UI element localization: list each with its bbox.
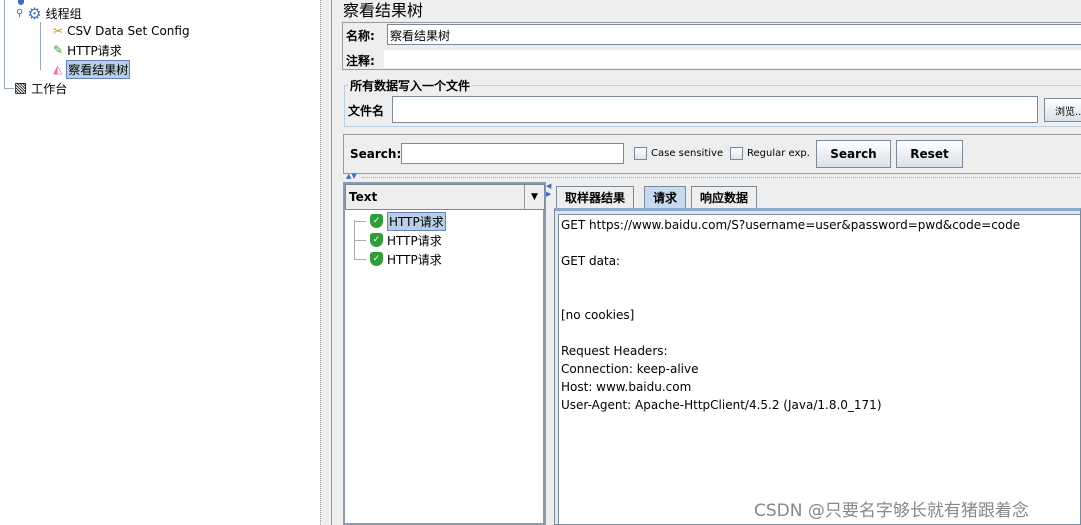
request-line: Connection: keep-alive [561,362,699,376]
case-sensitive-checkbox[interactable] [634,147,647,160]
success-shield-icon: ✓ [370,233,383,247]
request-line [561,288,1078,306]
panel-title: 察看结果树 [343,1,424,20]
success-shield-icon: ✓ [370,214,383,228]
request-line [561,324,1078,342]
comment-input[interactable] [384,50,1081,68]
view-results-panel: 察看结果树 名称: 察看结果树 注释: 所有数据写入一个文件 文件名 浏览...… [332,0,1081,525]
search-input[interactable] [401,143,624,164]
request-line: GET https://www.baidu.com/S?username=use… [561,218,1021,232]
tree-item-thread-group[interactable]: ⚲ ⚙ 线程组 [16,3,82,23]
pipette-icon: ✎ [53,43,64,57]
chart-icon: ◭ [53,62,63,76]
browse-button[interactable]: 浏览... [1044,98,1081,122]
chevron-down-icon[interactable]: ▼ [524,185,544,209]
test-plan-tree: ⚲ ⚙ 线程组 ✂ CSV Data Set Config ✎ HTTP请求 ◭… [0,0,320,525]
expand-handle-icon[interactable]: ⚲ [16,8,23,19]
regex-checkbox[interactable] [730,147,743,160]
tree-item-http-request[interactable]: ✎ HTTP请求 [53,41,122,59]
watermark: CSDN @只要名字够长就有猪跟着念 [754,501,1029,521]
tab-request[interactable]: 请求 [644,186,687,208]
tree-item-workbench[interactable]: ▧ 工作台 [14,79,67,97]
request-content: GET https://www.baidu.com/S?username=use… [561,216,1078,414]
result-item[interactable]: ✓ HTTP请求 [354,231,442,249]
request-line: GET data: [561,254,621,268]
request-line: [no cookies] [561,308,635,322]
filename-input[interactable] [392,96,1038,123]
renderer-select[interactable]: Text ▼ [345,184,545,210]
tools-icon: ✂ [53,24,64,38]
tab-response-data[interactable]: 响应数据 [691,186,758,208]
search-button[interactable]: Search [816,140,891,168]
request-text-area[interactable]: GET https://www.baidu.com/S?username=use… [558,214,1081,525]
splitter[interactable] [320,0,332,525]
result-item[interactable]: ✓ HTTP请求 [354,211,446,231]
request-line: User-Agent: Apache-HttpClient/4.5.2 (Jav… [561,398,882,412]
collapse-arrows-icon[interactable]: ▲▼ [346,172,357,180]
name-input[interactable]: 察看结果树 [387,24,1081,45]
gear-icon: ⚙ [27,3,42,23]
tab-sampler-result[interactable]: 取样器结果 [556,186,635,208]
request-line: Request Headers: [561,344,668,358]
result-item[interactable]: ✓ HTTP请求 [354,250,442,268]
notebook-icon: ▧ [14,80,28,96]
request-line [561,234,1078,252]
success-shield-icon: ✓ [370,252,383,266]
reset-button[interactable]: Reset [896,140,963,168]
request-line [561,270,1078,288]
tree-item-csv-config[interactable]: ✂ CSV Data Set Config [53,22,190,40]
tree-item-view-results-tree[interactable]: ◭ 察看结果树 [53,59,131,79]
request-line: Host: www.baidu.com [561,380,692,394]
